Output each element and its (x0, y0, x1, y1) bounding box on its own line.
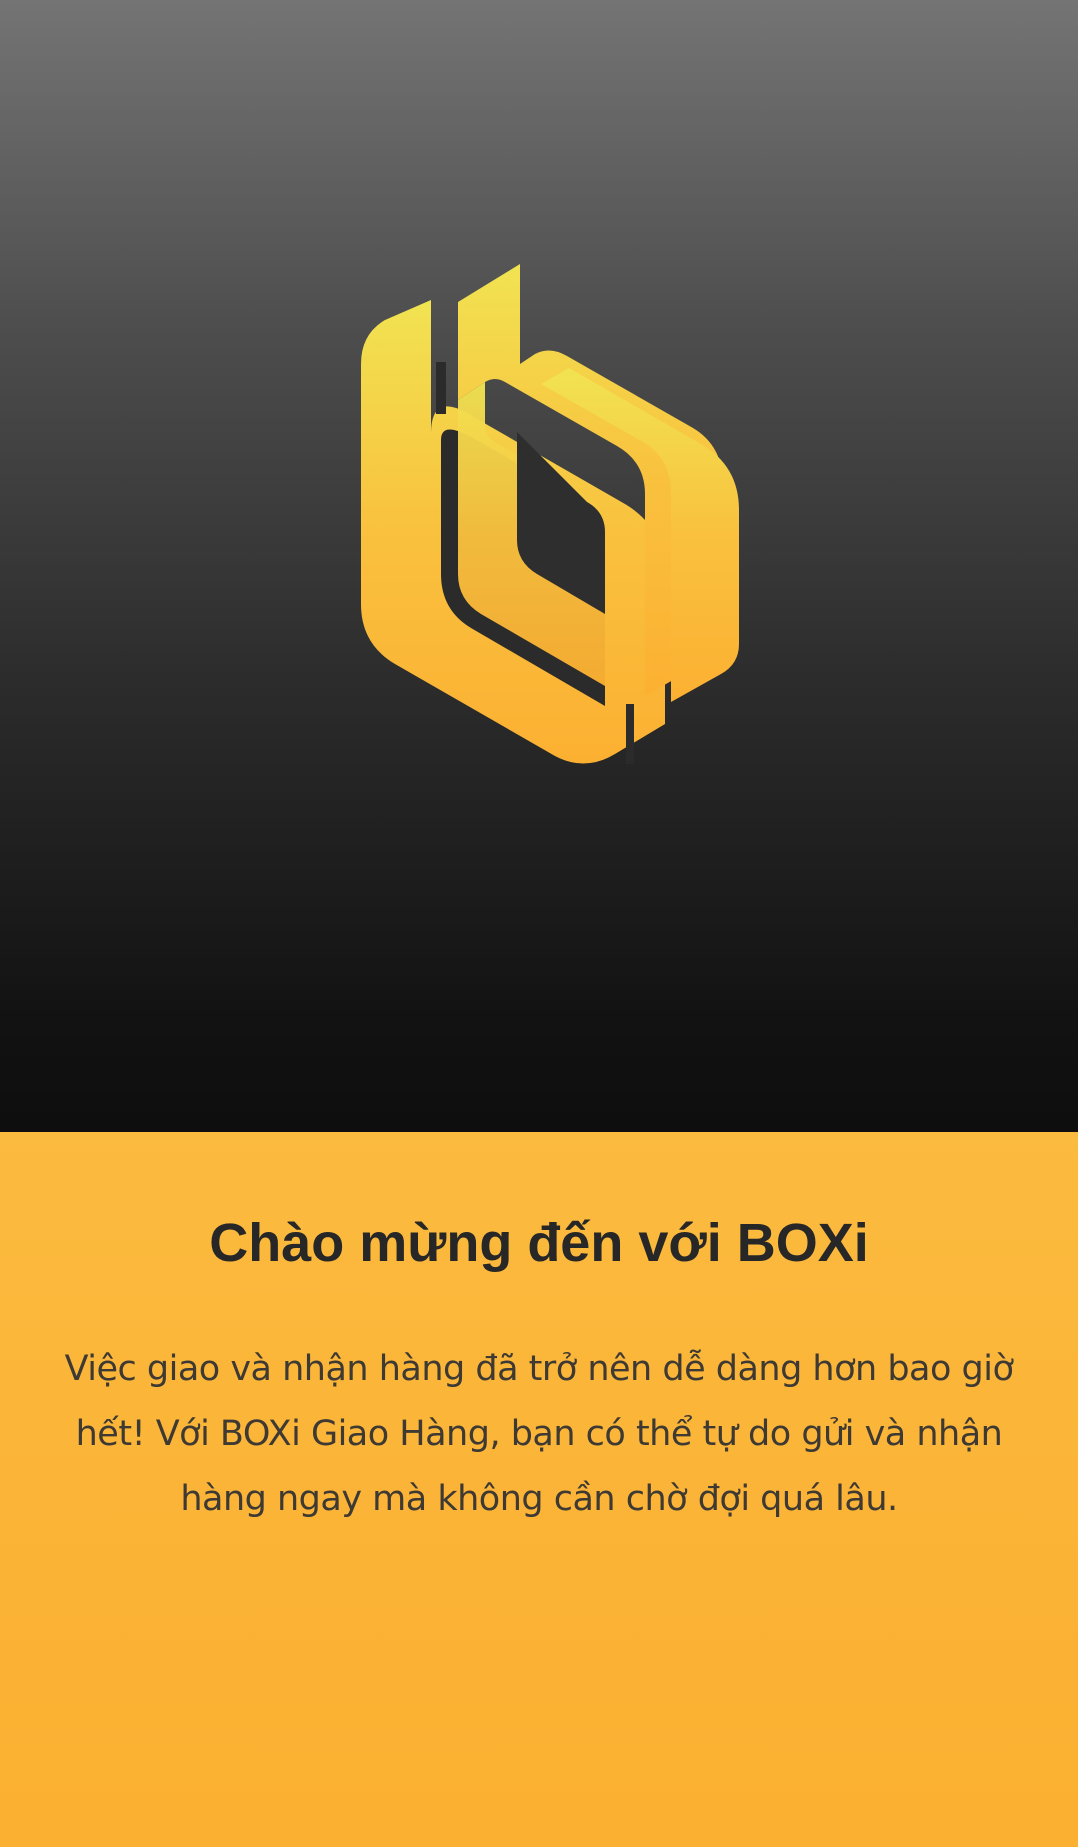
hero-section (0, 0, 1078, 1132)
welcome-title: Chào mừng đến với BOXi (209, 1213, 869, 1273)
welcome-panel: Chào mừng đến với BOXi Việc giao và nhận… (0, 1132, 1078, 1847)
boxi-logo-icon (361, 264, 739, 764)
welcome-description: Việc giao và nhận hàng đã trở nên dễ dàn… (64, 1349, 1014, 1519)
onboarding-screen: Chào mừng đến với BOXi Việc giao và nhận… (0, 0, 1078, 1847)
